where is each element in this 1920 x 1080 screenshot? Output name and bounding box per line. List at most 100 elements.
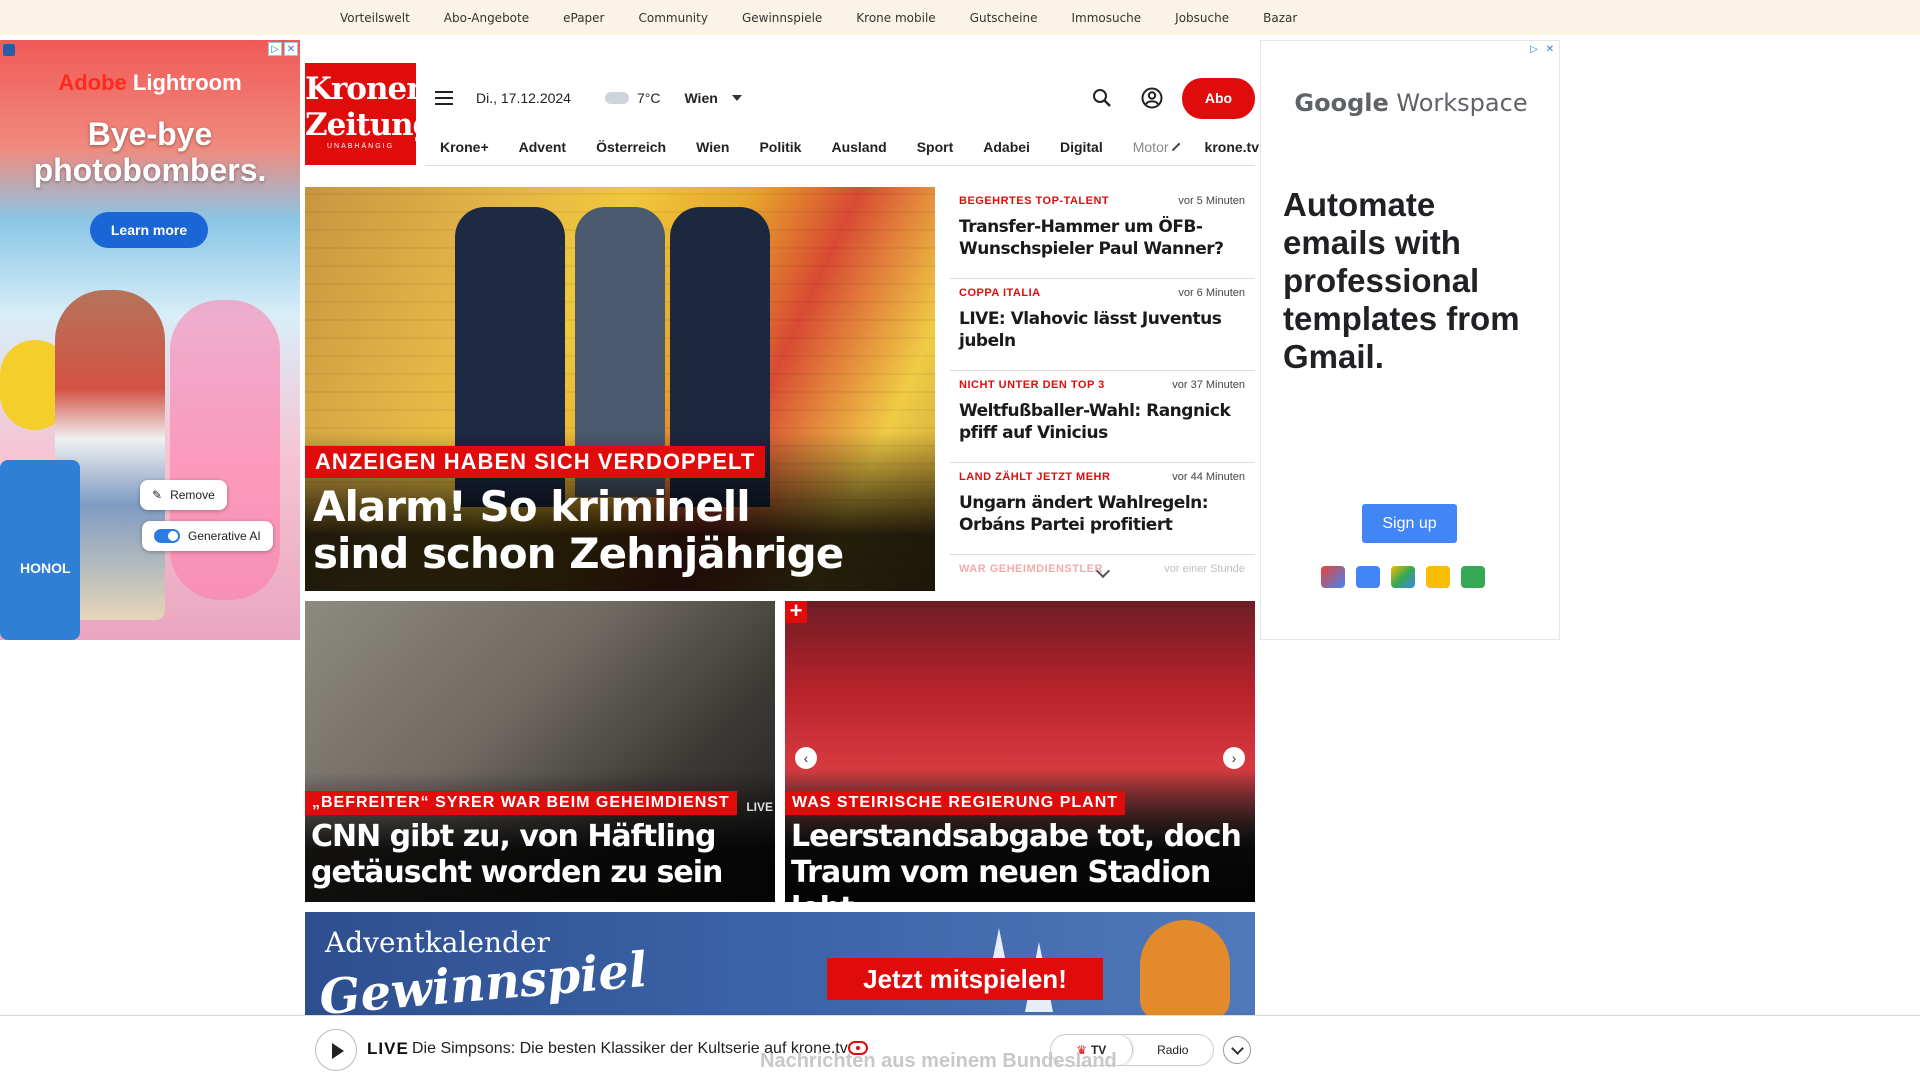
abo-button[interactable]: Abo [1182, 77, 1255, 119]
eraser-icon: ✎ [152, 488, 163, 502]
chevron-right-icon[interactable] [1171, 142, 1180, 151]
generative-ai-chip[interactable]: Generative AI [142, 521, 273, 551]
ticker-title[interactable]: Transfer-Hammer um ÖFB-Wunschspieler Pau… [959, 216, 1255, 260]
google-workspace-logo: Google Workspace [1261, 89, 1561, 117]
ticker-item[interactable]: BEGEHRTES TOP-TALENT vor 5 Minuten Trans… [950, 187, 1255, 279]
hero-headline-line2: sind schon Zehnjährige [313, 529, 844, 578]
nav-item-wien[interactable]: Wien [696, 139, 729, 155]
topbar-link-gutscheine[interactable]: Gutscheine [970, 11, 1038, 25]
close-icon[interactable]: ✕ [1543, 43, 1557, 57]
logo-google: Google [1294, 89, 1389, 117]
topbar-link-jobsuche[interactable]: Jobsuche [1175, 11, 1229, 25]
ticker-time: vor 37 Minuten [1172, 379, 1245, 391]
hero-headline-line1: Alarm! So kriminell [313, 482, 751, 531]
nav-item-krone-tv[interactable]: krone.tv [1205, 139, 1259, 155]
nav-item-motor[interactable]: Motor [1133, 139, 1169, 155]
adchoices-icon[interactable]: ▷ [1527, 43, 1541, 57]
nav-item-advent[interactable]: Advent [519, 139, 566, 155]
remove-chip[interactable]: ✎ Remove [140, 480, 227, 510]
topbar-link-community[interactable]: Community [639, 11, 708, 25]
carousel-prev-icon[interactable]: ‹ [795, 747, 817, 769]
advent-banner[interactable]: Adventkalender Gewinnspiel Jetzt mitspie… [305, 912, 1255, 1022]
ad-brand: Adobe Lightroom [0, 70, 300, 96]
kronen-zeitung-logo[interactable]: Kronen Zeitung UNABHÄNGIG [305, 63, 434, 165]
topbar-link-abo-angebote[interactable]: Abo-Angebote [444, 11, 529, 25]
ad-photobomber-image [170, 300, 280, 600]
topbar-link-krone-mobile[interactable]: Krone mobile [856, 11, 935, 25]
live-badge: LIVE [746, 800, 773, 814]
ad-badge[interactable]: ▷ ✕ [268, 42, 298, 56]
card-headline-line2: Traum vom neuen Stadion lebt [791, 855, 1211, 902]
card-headline[interactable]: Leerstandsabgabe tot, doch Traum vom neu… [791, 819, 1251, 902]
chevron-down-icon[interactable] [1223, 1036, 1251, 1064]
gmail-icon [1321, 566, 1345, 588]
city-select[interactable]: Wien [684, 90, 717, 106]
nav-item-oesterreich[interactable]: Österreich [596, 139, 666, 155]
meet-icon [1461, 566, 1485, 588]
card-headline-line1: Leerstandsabgabe tot, doch [791, 819, 1242, 854]
topbar-link-epaper[interactable]: ePaper [563, 11, 604, 25]
hero-story[interactable]: ANZEIGEN HABEN SICH VERDOPPELT Alarm! So… [305, 187, 935, 591]
search-icon[interactable] [1088, 84, 1116, 112]
ad-tub-image: HONOL [0, 460, 80, 640]
live-label: LIVE [367, 1039, 409, 1058]
ticker-item[interactable]: NICHT UNTER DEN TOP 3 vor 37 Minuten Wel… [950, 371, 1255, 463]
ad-headline-line1: Bye-bye [87, 116, 213, 152]
story-card[interactable]: LIVE „BEFREITER“ SYRER WAR BEIM GEHEIMDI… [305, 601, 775, 902]
ad-brand-lightroom: Lightroom [132, 70, 242, 95]
docs-icon [1426, 566, 1450, 588]
remove-chip-label: Remove [170, 488, 215, 502]
current-date: Di., 17.12.2024 [476, 90, 571, 106]
ad-left-lightroom[interactable]: ▷ ✕ Adobe Lightroom Bye-bye photobombers.… [0, 40, 300, 640]
topbar-link-gewinnspiele[interactable]: Gewinnspiele [742, 11, 822, 25]
krone-plus-icon: + [785, 601, 807, 623]
topbar-link-bazar[interactable]: Bazar [1263, 11, 1297, 25]
ad-right-google-workspace[interactable]: ▷ ✕ Google Workspace Automate emails wit… [1260, 40, 1560, 640]
nav-item-ausland[interactable]: Ausland [831, 139, 886, 155]
account-icon[interactable] [1138, 84, 1166, 112]
tab-radio[interactable]: Radio [1133, 1035, 1214, 1065]
carousel-next-icon[interactable]: › [1223, 747, 1245, 769]
ad-brand-adobe: Adobe [58, 70, 127, 95]
nav-item-digital[interactable]: Digital [1060, 139, 1103, 155]
generative-ai-label: Generative AI [188, 529, 261, 543]
menu-icon[interactable] [435, 91, 453, 105]
jetzt-mitspielen-button[interactable]: Jetzt mitspielen! [827, 958, 1103, 1000]
card-headline-line2: getäuscht worden zu sein [311, 855, 723, 890]
topbar-link-vorteilswelt[interactable]: Vorteilswelt [340, 11, 410, 25]
close-icon[interactable]: ✕ [284, 42, 298, 56]
sign-up-button[interactable]: Sign up [1362, 504, 1457, 543]
section-nav: Krone+ Advent Österreich Wien Politik Au… [425, 128, 1259, 166]
cloud-icon [604, 92, 629, 104]
topbar-link-immosuche[interactable]: Immosuche [1071, 11, 1141, 25]
learn-more-button[interactable]: Learn more [90, 212, 208, 248]
logo-line1: Kronen [305, 71, 429, 107]
hero-headline[interactable]: Alarm! So kriminell sind schon Zehnjähri… [313, 483, 923, 577]
ticker-title[interactable]: Weltfußballer-Wahl: Rangnick pfiff auf V… [959, 400, 1255, 444]
ad-headline-line2: photobombers. [33, 152, 267, 188]
ad-right-headline: Automate emails with professional templa… [1283, 186, 1520, 375]
temperature: 7°C [636, 90, 661, 106]
ticker-time: vor 44 Minuten [1172, 471, 1245, 483]
hero-kicker: ANZEIGEN HABEN SICH VERDOPPELT [305, 446, 766, 478]
below-fold-heading: Nachrichten aus meinem Bundesland [760, 1050, 1117, 1072]
play-icon[interactable] [315, 1029, 357, 1071]
nav-item-adabei[interactable]: Adabei [983, 139, 1030, 155]
logo-workspace: Workspace [1396, 89, 1528, 117]
ticker-title[interactable]: Ungarn ändert Wahlregeln: Orbáns Partei … [959, 492, 1255, 536]
ticker-item[interactable]: LAND ZÄHLT JETZT MEHR vor 44 Minuten Ung… [950, 463, 1255, 555]
nav-item-sport[interactable]: Sport [917, 139, 954, 155]
card-headline[interactable]: CNN gibt zu, von Häftling getäuscht word… [311, 819, 771, 891]
ad-headline: Bye-bye photobombers. [0, 116, 300, 188]
ticker-item[interactable]: COPPA ITALIA vor 6 Minuten LIVE: Vlahovi… [950, 279, 1255, 371]
story-card[interactable]: + ‹ › WAS STEIRISCHE REGIERUNG PLANT Lee… [785, 601, 1255, 902]
ticker-title[interactable]: LIVE: Vlahovic lässt Juventus jubeln [959, 308, 1255, 352]
ad-privacy-icon[interactable] [3, 44, 15, 56]
adchoices-icon[interactable]: ▷ [268, 42, 282, 56]
logo-line2: Zeitung [305, 107, 434, 143]
logo-line3: UNABHÄNGIG [326, 143, 395, 150]
nav-item-krone-plus[interactable]: Krone+ [440, 139, 489, 155]
chevron-down-icon[interactable] [731, 95, 742, 101]
ad-badge-right[interactable]: ▷ ✕ [1527, 43, 1557, 57]
nav-item-politik[interactable]: Politik [759, 139, 801, 155]
